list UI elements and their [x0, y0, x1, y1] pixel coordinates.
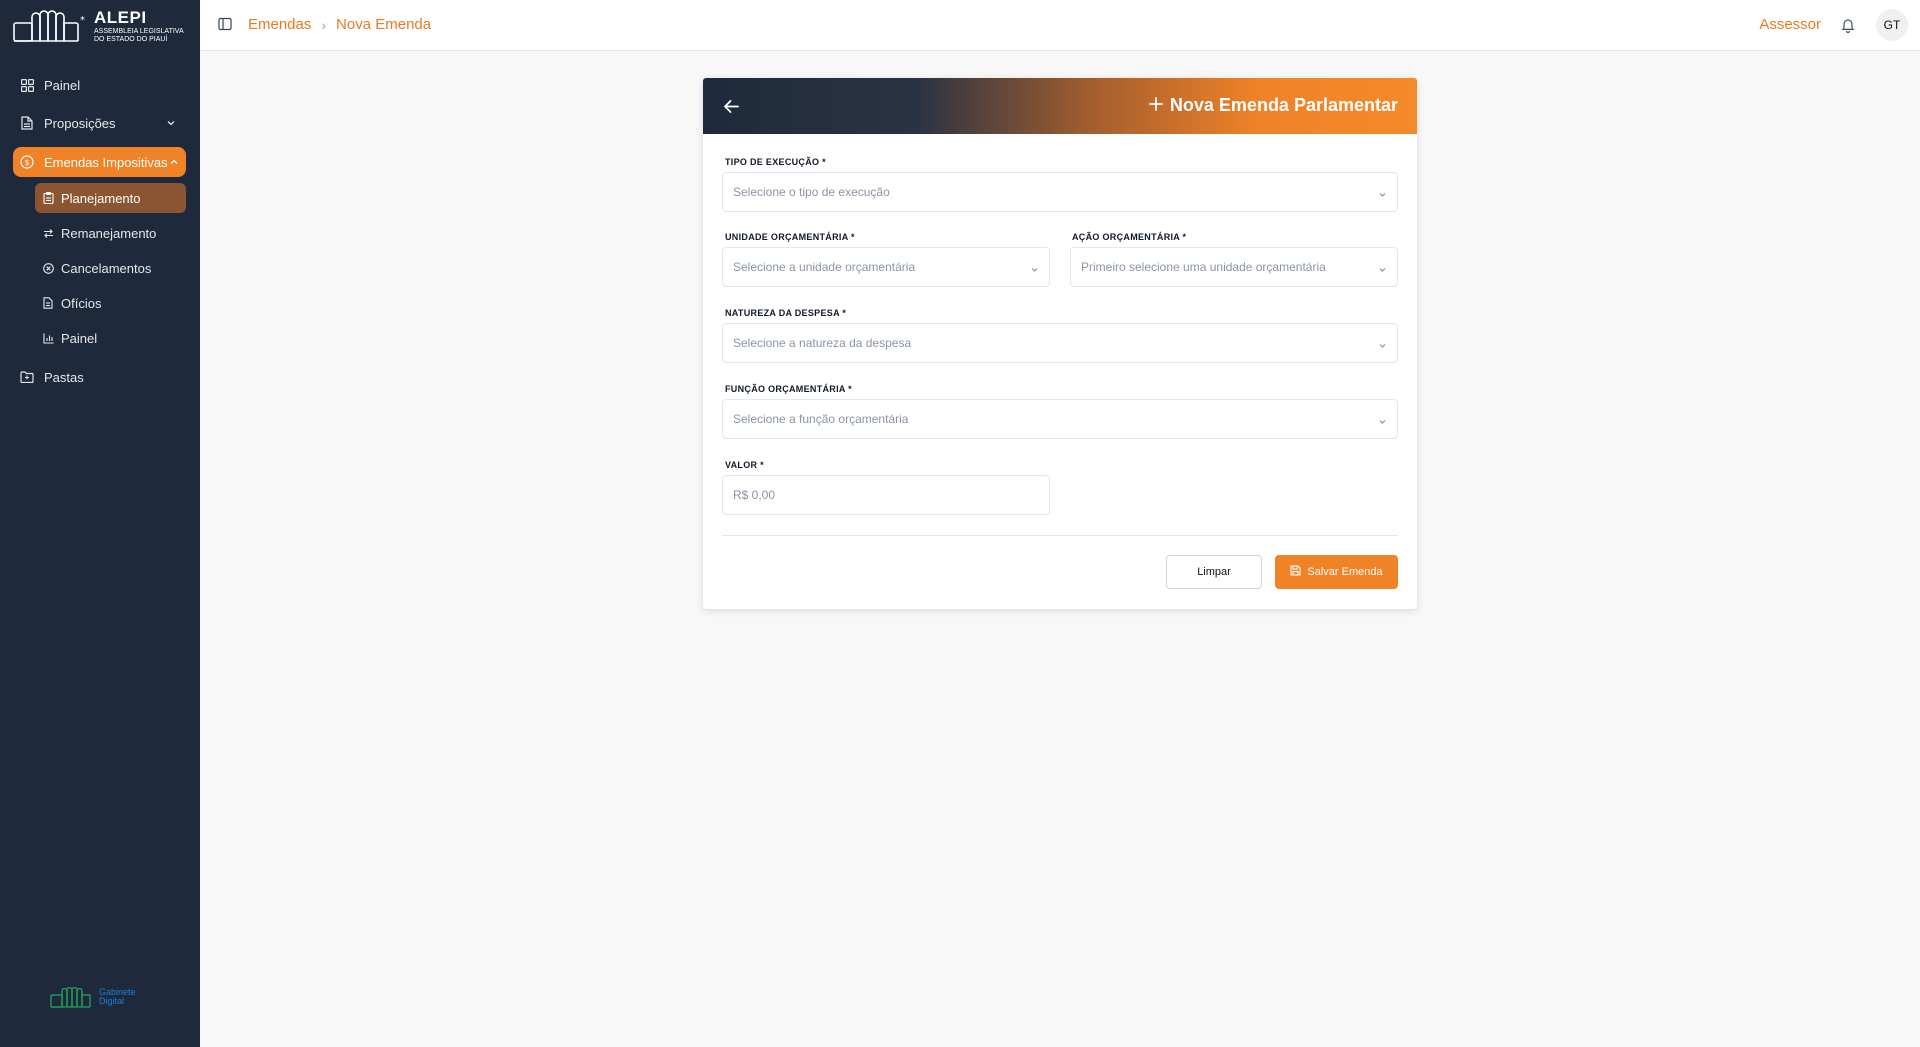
save-icon — [1290, 565, 1301, 579]
sidebar-item-proposicoes[interactable]: Proposições — [13, 108, 186, 138]
funcao-orcamentaria-placeholder: Selecione a função orçamentária — [733, 412, 909, 426]
breadcrumb: Emendas › Nova Emenda — [248, 16, 431, 33]
logo-title: ALEPI — [94, 7, 147, 27]
sidebar-subitem-oficios[interactable]: Ofícios — [35, 288, 186, 318]
sidebar-item-painel[interactable]: Painel — [13, 70, 186, 100]
sidebar-subitem-label: Painel — [61, 330, 98, 346]
grid-icon — [20, 78, 34, 92]
chevron-down-icon — [1378, 188, 1387, 202]
funcao-orcamentaria-label: FUNÇÃO ORÇAMENTÁRIA * — [725, 384, 852, 394]
chevron-down-icon — [1378, 339, 1387, 353]
sidebar-subitem-painel[interactable]: Painel — [35, 323, 186, 353]
card-header: Nova Emenda Parlamentar — [703, 78, 1417, 134]
unidade-orcamentaria-select[interactable]: Selecione a unidade orçamentária — [722, 247, 1050, 287]
dollar-circle-icon: $ — [20, 155, 34, 169]
sidebar-subitem-label: Ofícios — [61, 295, 102, 311]
valor-input[interactable] — [722, 475, 1050, 515]
arrows-swap-icon — [42, 227, 54, 239]
save-button-label: Salvar Emenda — [1307, 566, 1383, 578]
breadcrumb-emendas[interactable]: Emendas — [248, 16, 311, 33]
chevron-down-icon — [1378, 415, 1387, 429]
folder-icon — [20, 370, 34, 384]
sidebar-subitem-label: Planejamento — [61, 190, 141, 206]
tipo-execucao-placeholder: Selecione o tipo de execução — [733, 185, 890, 199]
clear-button[interactable]: Limpar — [1166, 555, 1262, 589]
svg-text:$: $ — [24, 158, 29, 167]
tipo-execucao-select[interactable]: Selecione o tipo de execução — [722, 172, 1398, 212]
logo-subtitle-1: ASSEMBLEIA LEGISLATIVA — [94, 27, 184, 35]
card-title: Nova Emenda Parlamentar — [1149, 95, 1398, 116]
document-icon — [20, 116, 34, 130]
acao-orcamentaria-select[interactable]: Primeiro selecione uma unidade orçamentá… — [1070, 247, 1398, 287]
assembly-building-icon: * — [13, 10, 85, 42]
gabinete-building-icon — [50, 986, 91, 1008]
sidebar-subitem-remanejamento[interactable]: Remanejamento — [35, 218, 186, 248]
bar-chart-icon — [42, 332, 54, 344]
tipo-execucao-label: TIPO DE EXECUÇÃO * — [725, 157, 826, 167]
sidebar-item-label: Proposições — [44, 115, 116, 131]
unidade-orcamentaria-placeholder: Selecione a unidade orçamentária — [733, 260, 916, 274]
chevron-down-icon — [1378, 263, 1387, 277]
x-circle-icon — [42, 262, 54, 274]
save-button[interactable]: Salvar Emenda — [1275, 555, 1398, 589]
footer-line-2: Digital — [99, 996, 125, 1006]
plus-icon — [1149, 95, 1163, 116]
breadcrumb-separator-icon: › — [321, 16, 327, 33]
top-header: Emendas › Nova Emenda Assessor GT — [200, 0, 1920, 51]
chevron-down-icon — [1030, 263, 1039, 277]
funcao-orcamentaria-select[interactable]: Selecione a função orçamentária — [722, 399, 1398, 439]
bell-icon[interactable] — [1840, 17, 1856, 34]
back-arrow-icon[interactable] — [723, 98, 740, 115]
sidebar-toggle-icon[interactable] — [218, 17, 232, 31]
gabinete-digital-logo: Gabinete Digital — [50, 986, 136, 1008]
acao-orcamentaria-label: AÇÃO ORÇAMENTÁRIA * — [1072, 232, 1187, 242]
card-title-text: Nova Emenda Parlamentar — [1169, 95, 1398, 115]
sidebar-subitem-cancelamentos[interactable]: Cancelamentos — [35, 253, 186, 283]
natureza-despesa-placeholder: Selecione a natureza da despesa — [733, 336, 912, 350]
logo-subtitle-2: DO ESTADO DO PIAUÍ — [94, 35, 168, 43]
sidebar-item-label: Emendas Impositivas — [44, 154, 168, 170]
svg-text:*: * — [80, 15, 85, 26]
natureza-despesa-select[interactable]: Selecione a natureza da despesa — [722, 323, 1398, 363]
clipboard-icon — [42, 192, 54, 204]
valor-label: VALOR * — [725, 460, 764, 470]
unidade-orcamentaria-label: UNIDADE ORÇAMENTÁRIA * — [725, 232, 855, 242]
new-amendment-card: Nova Emenda Parlamentar TIPO DE EXECUÇÃO… — [703, 78, 1417, 609]
sidebar: * ALEPI ASSEMBLEIA LEGISLATIVA DO ESTADO… — [0, 0, 200, 1047]
sidebar-subitem-label: Remanejamento — [61, 225, 157, 241]
avatar[interactable]: GT — [1876, 9, 1908, 41]
natureza-despesa-label: NATUREZA DA DESPESA * — [725, 308, 847, 318]
breadcrumb-nova-emenda: Nova Emenda — [336, 16, 432, 33]
file-text-icon — [42, 297, 54, 309]
acao-orcamentaria-placeholder: Primeiro selecione uma unidade orçamentá… — [1081, 260, 1326, 274]
sidebar-item-pastas[interactable]: Pastas — [13, 362, 186, 392]
sidebar-subitem-planejamento[interactable]: Planejamento — [35, 183, 186, 213]
chevron-up-icon — [169, 155, 179, 170]
alepi-logo[interactable]: * ALEPI ASSEMBLEIA LEGISLATIVA DO ESTADO… — [12, 6, 192, 46]
sidebar-subitem-label: Cancelamentos — [61, 260, 152, 276]
chevron-down-icon — [166, 116, 176, 131]
sidebar-item-emendas-impositivas[interactable]: $ Emendas Impositivas — [13, 147, 186, 177]
sidebar-item-label: Pastas — [44, 369, 84, 385]
user-role-link[interactable]: Assessor — [1759, 16, 1821, 33]
sidebar-item-label: Painel — [44, 77, 81, 93]
form-divider — [722, 535, 1398, 536]
